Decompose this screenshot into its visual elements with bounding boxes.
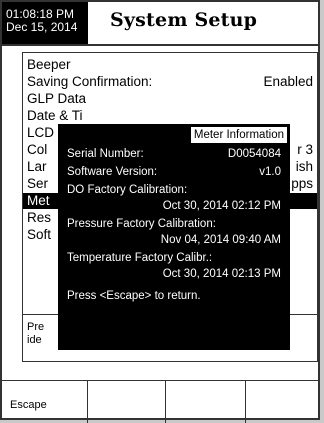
temperature-calibration-label: Temperature Factory Calibr.:: [67, 252, 213, 264]
softkey-2[interactable]: [88, 381, 166, 423]
menu-item-value: r 3: [297, 142, 313, 157]
menu-item-value: Enabled: [263, 74, 313, 89]
menu-item-glp-data[interactable]: GLP Data: [23, 91, 317, 107]
softkey-label: Escape: [10, 399, 47, 411]
menu-item-label: Date & Ti: [27, 108, 83, 123]
serial-number-value: D0054084: [227, 148, 281, 160]
softkey-bar: Escape: [2, 380, 318, 423]
menu-item-value: pps: [291, 176, 313, 191]
header-bar: 01:08:18 PM Dec 15, 2014 System Setup: [2, 2, 318, 46]
popup-title: Meter Information: [190, 127, 287, 143]
escape-hint: Press <Escape> to return.: [67, 290, 201, 302]
meter-information-popup: Meter Information Serial Number: D005408…: [58, 124, 290, 350]
datetime-box: 01:08:18 PM Dec 15, 2014: [2, 2, 88, 44]
pressure-calibration-value: Nov 04, 2014 09:40 AM: [160, 234, 281, 246]
software-version-value: v1.0: [259, 166, 281, 178]
temperature-calibration-value: Oct 30, 2014 02:13 PM: [162, 268, 281, 280]
menu-item-label: Soft: [27, 227, 52, 242]
menu-item-label: Met: [27, 193, 50, 208]
menu-item-label: Lar: [27, 159, 47, 174]
menu-item-label: GLP Data: [27, 91, 87, 106]
softkey-3[interactable]: [166, 381, 246, 423]
menu-item-value: ish: [295, 159, 313, 174]
serial-number-label: Serial Number:: [67, 148, 144, 160]
menu-item-label: Saving Confirmation:: [27, 74, 153, 89]
meter-screen: 01:08:18 PM Dec 15, 2014 System Setup Be…: [0, 0, 320, 423]
softkey-escape[interactable]: Escape: [2, 381, 88, 423]
menu-item-label: Ser: [27, 176, 49, 191]
clock-date: Dec 15, 2014: [6, 20, 78, 34]
do-calibration-label: DO Factory Calibration:: [67, 184, 188, 196]
pressure-calibration-label: Pressure Factory Calibration:: [67, 218, 216, 230]
menu-item-label: Res: [27, 210, 52, 225]
menu-item-beeper[interactable]: Beeper: [23, 57, 317, 73]
do-calibration-value: Oct 30, 2014 02:12 PM: [162, 200, 281, 212]
menu-item-date-time[interactable]: Date & Ti: [23, 108, 317, 124]
menu-item-saving-confirmation[interactable]: Saving Confirmation: Enabled: [23, 74, 317, 90]
software-version-label: Software Version:: [67, 166, 158, 178]
menu-item-label: LCD: [27, 125, 55, 140]
page-title: System Setup: [110, 9, 258, 31]
menu-item-label: Col: [27, 142, 48, 157]
softkey-4[interactable]: [246, 381, 320, 423]
menu-item-label: Beeper: [27, 57, 71, 72]
